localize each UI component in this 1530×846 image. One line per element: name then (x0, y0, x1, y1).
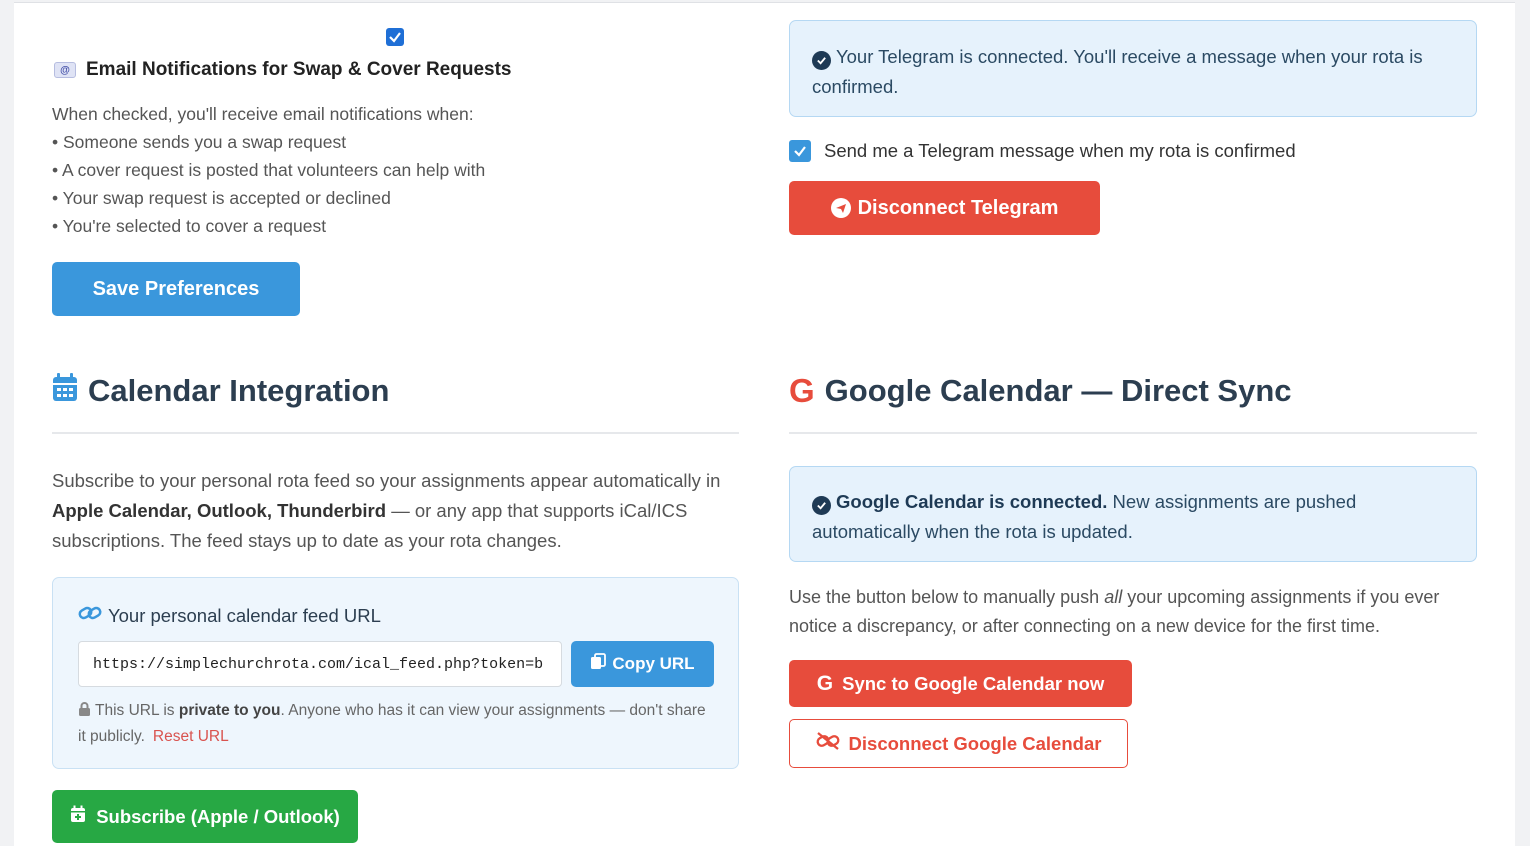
feed-title-text: Your personal calendar feed URL (108, 604, 381, 626)
telegram-icon (830, 198, 851, 218)
calendar-description: Subscribe to your personal rota feed so … (52, 466, 742, 556)
reset-url-link[interactable]: Reset URL (153, 728, 229, 745)
calendar-feed-box: Your personal calendar feed URL Copy URL… (52, 577, 739, 769)
feed-privacy-note: This URL is private to you. Anyone who h… (78, 698, 708, 750)
telegram-notify-row: Send me a Telegram message when my rota … (789, 140, 1296, 162)
calendar-integration-heading: Calendar Integration (52, 372, 389, 410)
check-circle-icon (812, 51, 831, 70)
check-circle-icon (812, 496, 831, 515)
copy-icon (590, 653, 607, 675)
email-notifications-description: When checked, you'll receive email notif… (52, 100, 485, 240)
unlink-icon (816, 732, 840, 755)
google-desc-text: Use the button below to manually push (789, 587, 1105, 607)
email-bullet: • A cover request is posted that volunte… (52, 160, 486, 180)
telegram-notify-label: Send me a Telegram message when my rota … (824, 140, 1296, 161)
lock-icon (78, 702, 91, 719)
calendar-plus-icon (70, 805, 86, 828)
google-sync-description: Use the button below to manually push al… (789, 583, 1479, 641)
copy-url-label: Copy URL (612, 654, 695, 673)
email-icon: @ (54, 62, 76, 78)
calendar-integration-title: Calendar Integration (88, 373, 390, 408)
email-bullet: • You're selected to cover a request (52, 216, 327, 236)
calendar-icon (52, 372, 78, 410)
email-notifications-title: Email Notifications for Swap & Cover Req… (86, 59, 512, 80)
google-icon: G (816, 671, 834, 695)
feed-title: Your personal calendar feed URL (78, 604, 381, 627)
feed-url-input[interactable] (78, 641, 562, 687)
email-notifications-heading: @ Email Notifications for Swap & Cover R… (54, 59, 511, 81)
telegram-notify-checkbox[interactable] (789, 140, 811, 162)
calendar-desc-apps: Apple Calendar, Outlook, Thunderbird (52, 500, 387, 521)
save-preferences-button[interactable]: Save Preferences (52, 262, 300, 316)
sync-google-calendar-button[interactable]: G Sync to Google Calendar now (789, 660, 1132, 707)
calendar-desc-text: Subscribe to your personal rota feed so … (52, 470, 721, 491)
copy-url-button[interactable]: Copy URL (571, 641, 714, 687)
google-status-alert: Google Calendar is connected. New assign… (789, 466, 1477, 562)
google-calendar-title: Google Calendar — Direct Sync (824, 373, 1292, 408)
google-status-bold: Google Calendar is connected. (836, 491, 1108, 512)
google-icon: G (789, 372, 815, 409)
subscribe-label: Subscribe (Apple / Outlook) (96, 805, 340, 827)
email-bullet: • Your swap request is accepted or decli… (52, 188, 391, 208)
feed-note-private: private to you (178, 702, 281, 719)
link-icon (78, 604, 102, 627)
google-desc-emphasis: all (1104, 587, 1123, 607)
feed-note-text: This URL is (91, 702, 179, 719)
email-notifications-checkbox[interactable] (386, 28, 404, 46)
telegram-status-alert: Your Telegram is connected. You'll recei… (789, 20, 1477, 117)
email-bullet: • Someone sends you a swap request (52, 132, 347, 152)
subscribe-calendar-button[interactable]: Subscribe (Apple / Outlook) (52, 790, 358, 843)
divider (789, 432, 1477, 434)
email-intro: When checked, you'll receive email notif… (52, 104, 474, 124)
disconnect-google-calendar-button[interactable]: Disconnect Google Calendar (789, 719, 1128, 768)
google-calendar-heading: G Google Calendar — Direct Sync (789, 372, 1292, 410)
disconnect-google-label: Disconnect Google Calendar (848, 732, 1102, 754)
disconnect-telegram-button[interactable]: Disconnect Telegram (789, 181, 1100, 235)
sync-google-label: Sync to Google Calendar now (842, 672, 1105, 694)
divider (52, 432, 739, 434)
disconnect-telegram-label: Disconnect Telegram (857, 196, 1059, 219)
telegram-status-text: Your Telegram is connected. You'll recei… (812, 46, 1423, 97)
